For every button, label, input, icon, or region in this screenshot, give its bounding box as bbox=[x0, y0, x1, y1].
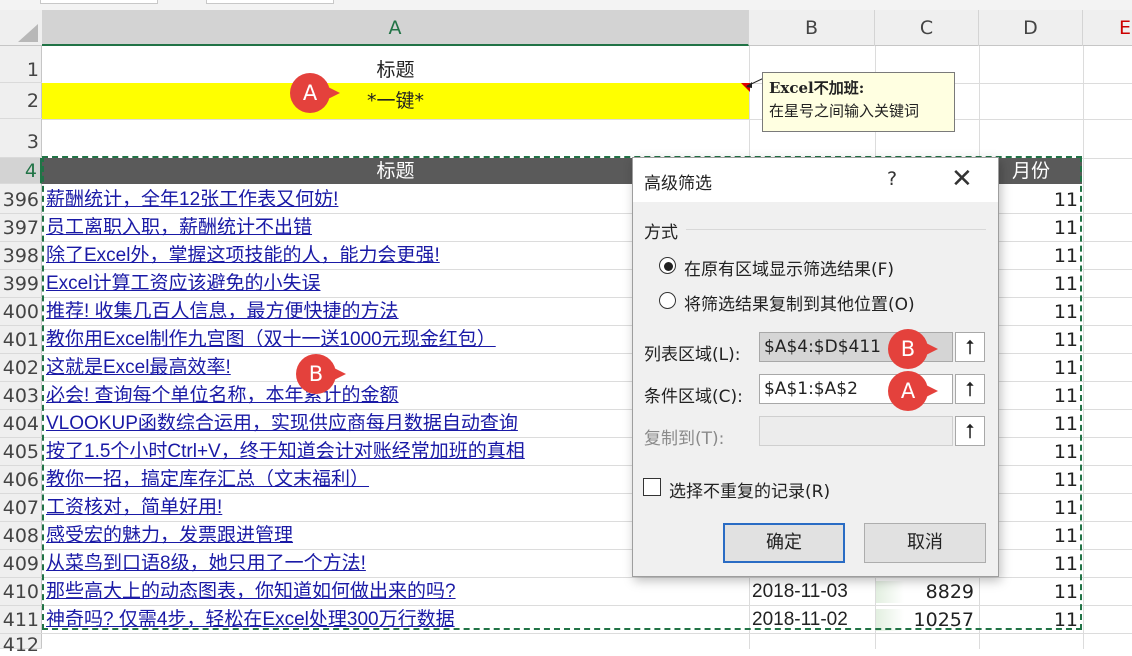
callout-marker-a: A bbox=[888, 371, 938, 411]
cancel-button[interactable]: 取消 bbox=[864, 523, 986, 563]
row-number[interactable]: 399 bbox=[0, 270, 42, 298]
criteria-range-picker-icon[interactable]: ⭡ bbox=[955, 374, 985, 404]
list-range-label: 列表区域(L): bbox=[644, 345, 741, 365]
radio-in-place-label[interactable]: 在原有区域显示筛选结果(F) bbox=[684, 255, 894, 280]
callout-marker-a: A bbox=[290, 73, 340, 113]
row-number[interactable]: 403 bbox=[0, 382, 42, 410]
column-header-b[interactable]: B bbox=[749, 10, 875, 46]
row-number[interactable]: 3 bbox=[0, 119, 42, 158]
comment-author: Excel不加班: bbox=[769, 79, 865, 97]
mode-section-label: 方式 bbox=[644, 223, 678, 243]
top-strip bbox=[0, 0, 1132, 10]
callout-letter: A bbox=[302, 81, 318, 105]
row-number[interactable]: 404 bbox=[0, 410, 42, 438]
cell-a1-title[interactable]: 标题 bbox=[42, 57, 749, 83]
row-number[interactable]: 2 bbox=[0, 83, 42, 119]
callout-marker-b: B bbox=[296, 354, 346, 394]
row-number[interactable]: 396 bbox=[0, 186, 42, 214]
callout-letter: A bbox=[900, 379, 916, 403]
copy-to-label: 复制到(T): bbox=[644, 429, 725, 449]
row-number[interactable]: 410 bbox=[0, 578, 42, 606]
ok-button[interactable]: 确定 bbox=[723, 523, 845, 563]
unique-records-label[interactable]: 选择不重复的记录(R) bbox=[669, 477, 830, 502]
row-number[interactable]: 409 bbox=[0, 550, 42, 578]
radio-copy-to[interactable] bbox=[659, 292, 676, 309]
radio-copy-to-label[interactable]: 将筛选结果复制到其他位置(O) bbox=[684, 290, 915, 315]
row-number[interactable]: 4 bbox=[0, 158, 42, 184]
column-header-e[interactable]: E bbox=[1083, 10, 1132, 46]
column-header-a[interactable]: A bbox=[42, 10, 749, 46]
sheet-tab-right[interactable] bbox=[206, 0, 334, 4]
list-range-picker-icon[interactable]: ⭡ bbox=[955, 332, 985, 362]
row-number[interactable]: 406 bbox=[0, 466, 42, 494]
close-icon[interactable]: ✕ bbox=[951, 164, 973, 194]
row-number[interactable]: 407 bbox=[0, 494, 42, 522]
copy-to-picker-icon[interactable]: ⭡ bbox=[955, 416, 985, 446]
cell-a2-criteria[interactable]: *一键* bbox=[42, 83, 749, 119]
column-header-c[interactable]: C bbox=[875, 10, 979, 46]
column-header-d[interactable]: D bbox=[979, 10, 1083, 46]
unique-records-checkbox[interactable] bbox=[643, 478, 661, 496]
row-number[interactable]: 411 bbox=[0, 606, 42, 634]
row-number[interactable]: 412 bbox=[0, 634, 42, 656]
grid-line bbox=[1083, 46, 1084, 649]
comment-text: 在星号之间输入关键词 bbox=[769, 102, 920, 120]
row-number[interactable]: 401 bbox=[0, 326, 42, 354]
callout-letter: B bbox=[900, 337, 916, 361]
row-number[interactable]: 1 bbox=[0, 57, 42, 83]
row-number[interactable]: 408 bbox=[0, 522, 42, 550]
dialog-title: 高级筛选 bbox=[644, 174, 712, 194]
criteria-range-label: 条件区域(C): bbox=[644, 387, 743, 407]
grid-line bbox=[42, 119, 1132, 120]
sheet-tab-left[interactable] bbox=[40, 0, 158, 4]
row-number[interactable]: 402 bbox=[0, 354, 42, 382]
radio-selected-dot bbox=[664, 262, 673, 271]
callout-marker-b: B bbox=[888, 329, 938, 369]
row-number[interactable]: 400 bbox=[0, 298, 42, 326]
cell-comment: Excel不加班: 在星号之间输入关键词 bbox=[762, 72, 955, 132]
copy-to-input bbox=[759, 416, 953, 446]
advanced-filter-dialog bbox=[632, 157, 999, 577]
row-number[interactable]: 398 bbox=[0, 242, 42, 270]
row-number[interactable]: 405 bbox=[0, 438, 42, 466]
section-divider bbox=[686, 229, 986, 230]
callout-letter: B bbox=[308, 362, 324, 386]
help-button[interactable]: ? bbox=[887, 168, 897, 190]
row-number[interactable]: 397 bbox=[0, 214, 42, 242]
select-all-corner[interactable] bbox=[18, 24, 38, 42]
